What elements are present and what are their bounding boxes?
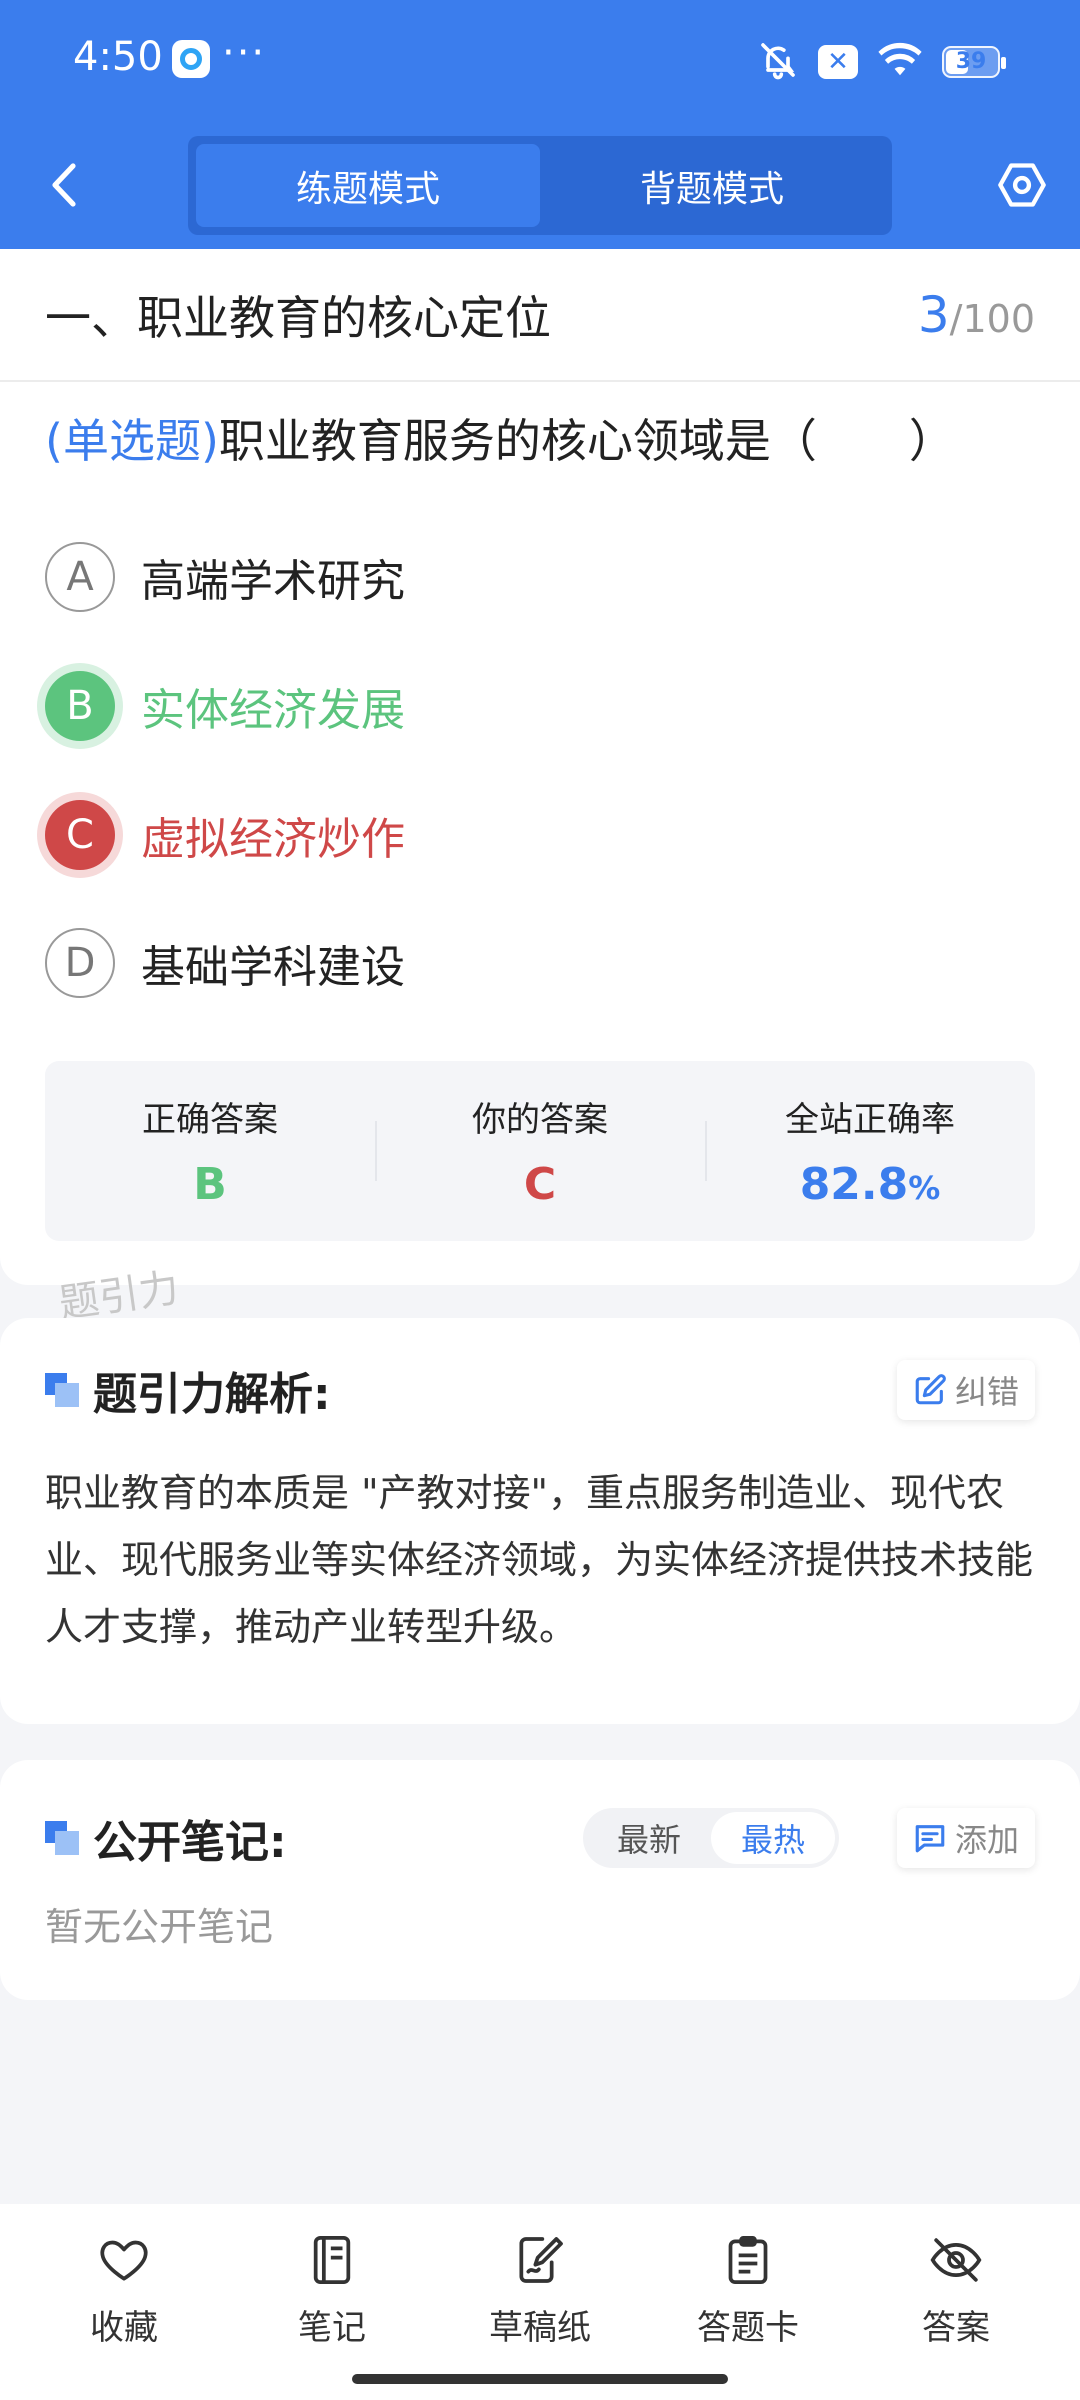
option-b[interactable]: B 实体经济发展 bbox=[45, 666, 1035, 746]
question-text: 职业教育服务的核心领域是（ ） bbox=[218, 414, 955, 468]
heart-icon bbox=[100, 2240, 148, 2281]
progress-current: 3 bbox=[917, 285, 950, 344]
stat-label: 正确答案 bbox=[142, 1100, 278, 1140]
sort-newest-tab[interactable]: 最新 bbox=[587, 1812, 711, 1864]
analysis-title: 题引力解析: bbox=[45, 1358, 331, 1422]
option-c[interactable]: C 虚拟经济炒作 bbox=[45, 795, 1035, 875]
rate-unit: % bbox=[908, 1169, 941, 1207]
analysis-card: 题引力解析: 纠错 职业教育的本质是 "产教对接"，重点服务制造业、现代农业、现… bbox=[0, 1318, 1080, 1724]
option-letter: B bbox=[45, 671, 115, 741]
stat-value: 82.8% bbox=[800, 1159, 941, 1210]
question-stem: (单选题)职业教育服务的核心领域是（ ） bbox=[45, 409, 1040, 473]
option-text: 高端学术研究 bbox=[141, 556, 405, 607]
nav-label: 答案 bbox=[922, 2308, 990, 2348]
edit-icon bbox=[915, 1374, 946, 1405]
nav-favorite[interactable]: 收藏 bbox=[44, 2204, 204, 2400]
status-time: 4:50 bbox=[73, 34, 163, 80]
answer-stats: 正确答案 B 你的答案 C 全站正确率 82.8% bbox=[45, 1061, 1035, 1241]
question-progress: 3/100 bbox=[918, 286, 1035, 344]
option-letter: C bbox=[45, 800, 115, 870]
option-letter: A bbox=[45, 542, 115, 612]
progress-total: /100 bbox=[949, 296, 1035, 341]
nav-label: 收藏 bbox=[90, 2308, 158, 2348]
nav-notes[interactable]: 笔记 bbox=[252, 2204, 412, 2400]
tab-practice-mode[interactable]: 练题模式 bbox=[196, 144, 540, 227]
report-error-label: 纠错 bbox=[954, 1373, 1019, 1411]
hexagon-settings-icon bbox=[998, 163, 1046, 207]
back-button[interactable] bbox=[40, 155, 88, 215]
option-a[interactable]: A 高端学术研究 bbox=[45, 537, 1035, 617]
tab-memorize-mode[interactable]: 背题模式 bbox=[540, 144, 884, 227]
add-note-button[interactable]: 添加 bbox=[896, 1808, 1035, 1868]
public-notes-card: 公开笔记: 最新 最热 添加 暂无公开笔记 bbox=[0, 1760, 1080, 2000]
report-error-button[interactable]: 纠错 bbox=[896, 1360, 1035, 1420]
stat-correct-answer: 正确答案 B bbox=[45, 1061, 375, 1241]
nav-answer[interactable]: 答案 bbox=[876, 2204, 1036, 2400]
mode-switch: 练题模式 背题模式 bbox=[188, 136, 892, 235]
analysis-header: 题引力解析: 纠错 bbox=[45, 1352, 1035, 1428]
wifi-icon bbox=[878, 42, 922, 82]
stat-label: 全站正确率 bbox=[785, 1100, 955, 1140]
app-icon bbox=[172, 40, 210, 78]
stat-value: C bbox=[523, 1159, 557, 1210]
option-text: 实体经济发展 bbox=[141, 685, 405, 736]
bottom-nav: 收藏 笔记 草稿纸 答题卡 答案 bbox=[0, 2204, 1080, 2400]
analysis-body: 职业教育的本质是 "产教对接"，重点服务制造业、现代农业、现代服务业等实体经济领… bbox=[45, 1471, 1034, 1649]
section-marker-icon bbox=[45, 1821, 79, 1855]
option-letter: D bbox=[45, 928, 115, 998]
option-text: 基础学科建设 bbox=[141, 942, 405, 993]
notes-title: 公开笔记: bbox=[45, 1806, 287, 1870]
empty-notes-text: 暂无公开笔记 bbox=[45, 1905, 274, 1949]
section-marker-icon bbox=[45, 1373, 79, 1407]
stat-correct-rate: 全站正确率 82.8% bbox=[705, 1061, 1035, 1241]
answer-sheet-icon bbox=[728, 2235, 768, 2285]
question-card: 一、职业教育的核心定位 3/100 (单选题)职业教育服务的核心领域是（ ） A… bbox=[0, 249, 1080, 1285]
home-indicator[interactable] bbox=[352, 2374, 728, 2384]
stat-label: 你的答案 bbox=[472, 1100, 608, 1140]
section-title: 一、职业教育的核心定位 bbox=[45, 290, 551, 345]
nav-label: 草稿纸 bbox=[489, 2308, 591, 2348]
option-text: 虚拟经济炒作 bbox=[141, 814, 405, 865]
chevron-left-icon bbox=[52, 163, 76, 207]
section-header: 一、职业教育的核心定位 3/100 bbox=[45, 249, 1035, 380]
option-d[interactable]: D 基础学科建设 bbox=[45, 923, 1035, 1003]
bell-off-icon bbox=[758, 40, 798, 84]
notes-header: 公开笔记: 最新 最热 添加 bbox=[45, 1800, 1035, 1876]
more-notifications-icon: ··· bbox=[222, 30, 267, 76]
sort-hottest-tab[interactable]: 最热 bbox=[710, 1812, 835, 1864]
divider bbox=[0, 380, 1080, 382]
add-note-label: 添加 bbox=[954, 1821, 1019, 1859]
rate-value: 82.8 bbox=[799, 1159, 909, 1210]
nav-answer-sheet[interactable]: 答题卡 bbox=[668, 2204, 828, 2400]
eye-off-icon bbox=[930, 2238, 982, 2282]
notes-title-text: 公开笔记: bbox=[93, 1817, 287, 1868]
nav-scratch-paper[interactable]: 草稿纸 bbox=[460, 2204, 620, 2400]
top-bar: 4:50 ··· ✕ 39 练题模式 背题模式 bbox=[0, 0, 1080, 249]
notes-sort-switch: 最新 最热 bbox=[582, 1808, 839, 1868]
scratch-paper-icon bbox=[519, 2237, 563, 2283]
battery-icon: 39 bbox=[942, 46, 1006, 78]
stat-value: B bbox=[193, 1159, 227, 1210]
nav-label: 答题卡 bbox=[697, 2308, 799, 2348]
analysis-title-text: 题引力解析: bbox=[93, 1369, 331, 1420]
notebook-icon bbox=[313, 2235, 351, 2285]
stat-your-answer: 你的答案 C bbox=[375, 1061, 705, 1241]
comment-icon bbox=[915, 1825, 945, 1853]
x-app-icon: ✕ bbox=[818, 45, 858, 79]
status-icons: ✕ 39 bbox=[758, 40, 1006, 84]
question-type: (单选题) bbox=[45, 414, 219, 468]
nav-label: 笔记 bbox=[298, 2308, 366, 2348]
settings-button[interactable] bbox=[992, 155, 1052, 215]
